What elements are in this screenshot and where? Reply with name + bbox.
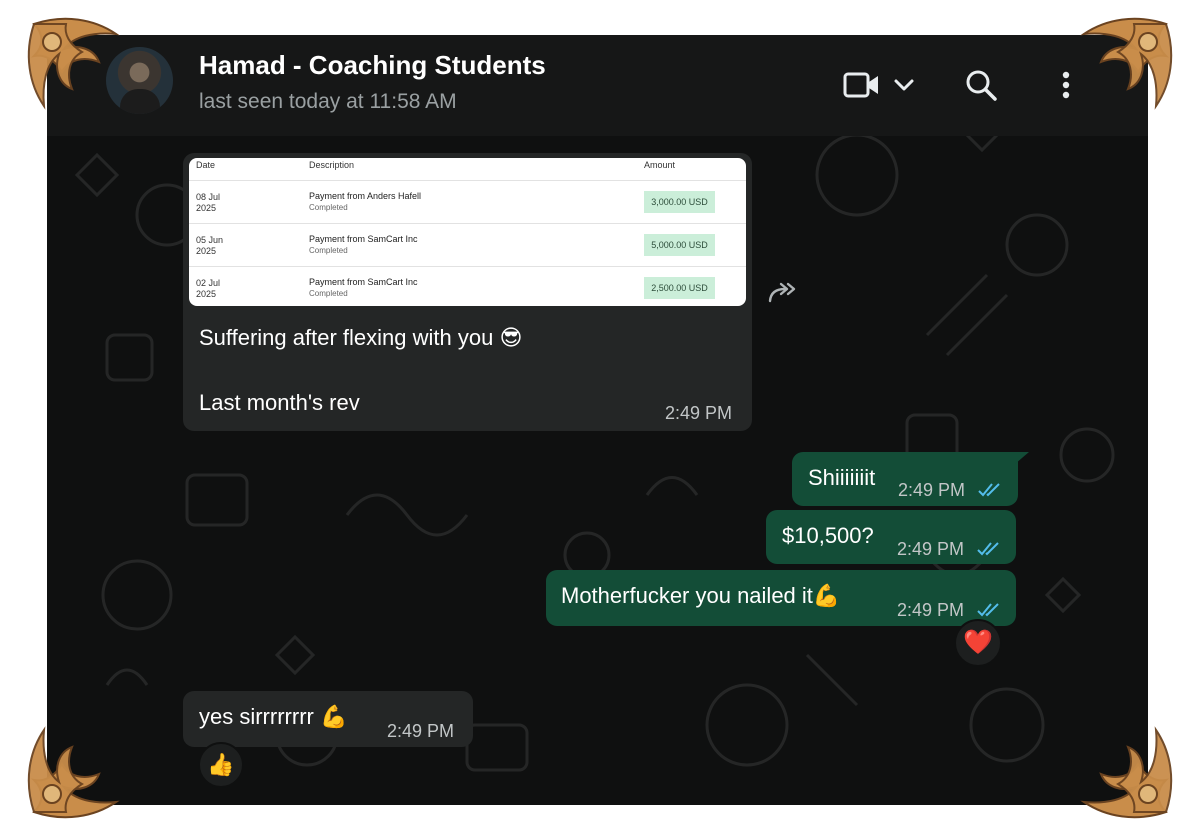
search-icon[interactable] <box>965 69 999 103</box>
menu-dots-icon[interactable] <box>1057 69 1075 103</box>
ornament-bottom-left <box>27 726 120 819</box>
message-text: Shiiiiiiit <box>808 465 876 490</box>
video-call-icon[interactable] <box>843 70 881 100</box>
heart-reaction[interactable]: ❤️ <box>954 619 1002 667</box>
read-ticks-icon <box>978 483 1000 497</box>
receipt-header-date: Date <box>196 160 216 170</box>
bubble-tail <box>1015 452 1029 464</box>
forward-icon[interactable] <box>767 279 799 305</box>
sunglasses-emoji: 😎 <box>499 325 523 350</box>
receipt-row-date: 05 Jun 2025 <box>196 235 224 256</box>
receipt-image[interactable]: Date Description Amount 08 Jul 2025 Payme… <box>189 158 746 306</box>
message-text: $10,500? <box>782 523 874 548</box>
message-text: Suffering after flexing with you 😎 <box>199 325 523 350</box>
ornament-bottom-right <box>1080 726 1173 819</box>
chat-header[interactable]: Hamad - Coaching Students last seen toda… <box>47 35 1148 136</box>
receipt-row-description: Payment from Anders Hafell Completed <box>309 191 422 212</box>
message-time: 2:49 PM <box>898 480 966 500</box>
ornament-top-right <box>1080 17 1173 110</box>
message-time: 2:49 PM <box>897 600 965 620</box>
receipt-row-description: Payment from SamCart Inc Completed <box>309 277 418 298</box>
read-ticks-icon <box>977 603 999 617</box>
message-time: 2:49 PM <box>387 721 455 741</box>
contact-name[interactable]: Hamad - Coaching Students <box>199 50 546 81</box>
message-text: yes sirrrrrrrr 💪 <box>199 704 348 729</box>
outgoing-message[interactable]: $10,500? 2:49 PM <box>766 510 1016 564</box>
receipt-header-description: Description <box>309 160 355 170</box>
message-time: 2:49 PM <box>665 403 733 423</box>
thumbs-up-reaction[interactable]: 👍 <box>198 742 244 788</box>
incoming-message-receipt[interactable]: Date Description Amount 08 Jul 2025 Payme… <box>183 153 752 431</box>
flexed-biceps-emoji: 💪 <box>812 583 841 608</box>
outgoing-message[interactable]: Shiiiiiiit 2:49 PM <box>792 452 1018 506</box>
receipt-header-amount: Amount <box>644 160 676 170</box>
last-seen-status: last seen today at 11:58 AM <box>199 90 457 113</box>
receipt-row-amount: 3,000.00 USD <box>644 191 715 213</box>
receipt-row-amount: 5,000.00 USD <box>644 234 715 256</box>
receipt-row-description: Payment from SamCart Inc Completed <box>309 234 418 255</box>
outgoing-message[interactable]: Motherfucker you nailed it💪 2:49 PM <box>546 570 1016 626</box>
read-ticks-icon <box>977 542 999 556</box>
flexed-biceps-emoji: 💪 <box>319 704 348 729</box>
receipt-row-date: 02 Jul 2025 <box>196 278 221 299</box>
ornament-top-left <box>27 17 120 110</box>
receipt-row-date: 08 Jul 2025 <box>196 192 221 213</box>
message-text: Motherfucker you nailed it💪 <box>561 583 841 608</box>
message-text: Last month's rev <box>199 390 360 415</box>
chevron-down-icon[interactable] <box>893 77 915 93</box>
receipt-row-amount: 2,500.00 USD <box>644 277 715 299</box>
chat-window: Hamad - Coaching Students last seen toda… <box>47 35 1148 805</box>
message-time: 2:49 PM <box>897 539 965 559</box>
incoming-message[interactable]: yes sirrrrrrrr 💪 2:49 PM <box>183 691 473 747</box>
